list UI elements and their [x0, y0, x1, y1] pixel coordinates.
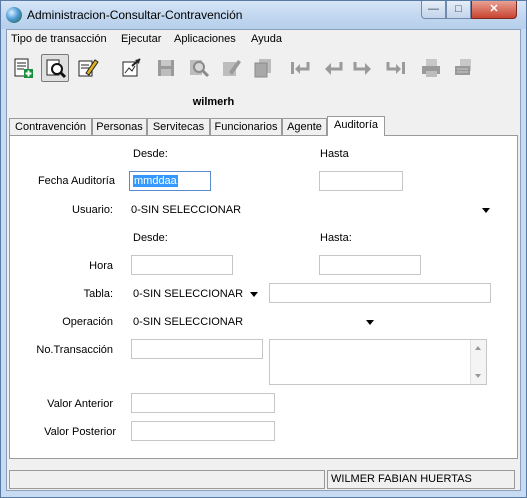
window-title: Administracion-Consultar-Contravención — [27, 8, 243, 22]
fecha-desde-input[interactable]: mmddaa — [129, 171, 211, 191]
title-bar[interactable]: Administracion-Consultar-Contravención —… — [1, 1, 526, 29]
print-list-icon — [455, 59, 471, 75]
previous-icon — [325, 62, 343, 75]
next-icon — [353, 62, 371, 75]
first-record-button — [285, 54, 313, 82]
last-record-button — [383, 54, 411, 82]
tabla-label: Tabla: — [83, 288, 113, 300]
no-transaccion-label: No.Transacción — [36, 344, 113, 356]
save-icon — [158, 60, 174, 76]
chevron-down-icon — [250, 292, 258, 297]
print-button — [417, 54, 445, 82]
hora-hasta-input[interactable] — [319, 255, 421, 275]
print-list-button — [449, 54, 477, 82]
execute-button — [217, 54, 245, 82]
new-record-icon — [14, 58, 33, 78]
status-bar: WILMER FABIAN HUERTAS — [7, 468, 520, 490]
search-button — [185, 54, 213, 82]
maximize-button[interactable]: □ — [446, 1, 471, 19]
app-window: Administracion-Consultar-Contravención —… — [0, 0, 527, 498]
status-user-fullname: WILMER FABIAN HUERTAS — [327, 470, 515, 489]
tabla-text-input[interactable] — [269, 283, 491, 303]
valor-anterior-input[interactable] — [131, 393, 275, 413]
auditoria-panel: Desde: Hasta Fecha Auditoría mmddaa Usua… — [9, 135, 518, 459]
chevron-down-icon — [366, 320, 374, 325]
app-globe-icon — [6, 7, 22, 23]
hasta-label: Hasta — [320, 148, 349, 160]
transaccion-detail-textarea[interactable] — [269, 339, 487, 385]
fecha-auditoria-label: Fecha Auditoría — [37, 175, 115, 187]
last-icon — [386, 62, 405, 74]
next-record-button — [349, 54, 377, 82]
close-button[interactable]: ✕ — [471, 1, 517, 19]
scroll-up-icon[interactable] — [475, 346, 481, 350]
operacion-label: Operación — [62, 316, 113, 328]
copy-button — [249, 54, 277, 82]
previous-record-button — [319, 54, 347, 82]
usuario-label: Usuario: — [72, 204, 113, 216]
query-button[interactable] — [41, 54, 69, 82]
operacion-select[interactable]: 0-SIN SELECCIONAR — [131, 313, 379, 333]
chevron-down-icon — [482, 208, 490, 213]
fecha-hasta-input[interactable] — [319, 171, 403, 191]
menu-ejecutar[interactable]: Ejecutar — [121, 33, 161, 45]
export-icon — [122, 58, 141, 77]
scroll-down-icon[interactable] — [475, 374, 481, 378]
minimize-button[interactable]: — — [421, 1, 446, 19]
menu-tipo-transaccion[interactable]: Tipo de transacción — [11, 33, 107, 45]
tab-auditoria[interactable]: Auditoría — [327, 116, 385, 136]
usuario-select[interactable]: 0-SIN SELECCIONAR — [129, 201, 495, 221]
search-icon — [190, 60, 210, 78]
status-message — [9, 470, 325, 489]
tab-agente[interactable]: Agente — [282, 118, 327, 135]
print-icon — [422, 59, 440, 77]
save-button — [152, 54, 180, 82]
no-transaccion-input[interactable] — [131, 339, 263, 359]
vertical-scrollbar[interactable] — [470, 340, 486, 384]
new-record-button[interactable] — [9, 54, 37, 82]
tabla-select[interactable]: 0-SIN SELECCIONAR — [131, 285, 263, 305]
tab-personas[interactable]: Personas — [92, 118, 147, 135]
first-icon — [291, 62, 310, 74]
menu-aplicaciones[interactable]: Aplicaciones — [174, 33, 236, 45]
menu-bar: Tipo de transacción Ejecutar Aplicacione… — [7, 30, 520, 48]
toolbar — [7, 50, 520, 84]
query-icon — [46, 59, 67, 79]
tab-contravencion[interactable]: Contravención — [9, 118, 92, 135]
execute-icon — [223, 60, 241, 76]
export-button[interactable] — [117, 54, 145, 82]
valor-posterior-label: Valor Posterior — [44, 426, 116, 438]
desde-label: Desde: — [133, 148, 168, 160]
edit-icon — [78, 59, 99, 77]
tab-servitecas[interactable]: Servitecas — [147, 118, 210, 135]
client-area: Tipo de transacción Ejecutar Aplicacione… — [6, 29, 521, 491]
hasta-label-2: Hasta: — [320, 232, 352, 244]
hora-desde-input[interactable] — [131, 255, 233, 275]
valor-anterior-label: Valor Anterior — [47, 398, 113, 410]
hora-label: Hora — [89, 260, 113, 272]
tab-strip: Contravención Personas Servitecas Funcio… — [7, 116, 520, 136]
current-username: wilmerh — [192, 96, 235, 108]
tab-funcionarios[interactable]: Funcionarios — [210, 118, 282, 135]
copy-icon — [254, 59, 271, 78]
menu-ayuda[interactable]: Ayuda — [251, 33, 282, 45]
desde-label-2: Desde: — [133, 232, 168, 244]
edit-button[interactable] — [74, 54, 102, 82]
valor-posterior-input[interactable] — [131, 421, 275, 441]
